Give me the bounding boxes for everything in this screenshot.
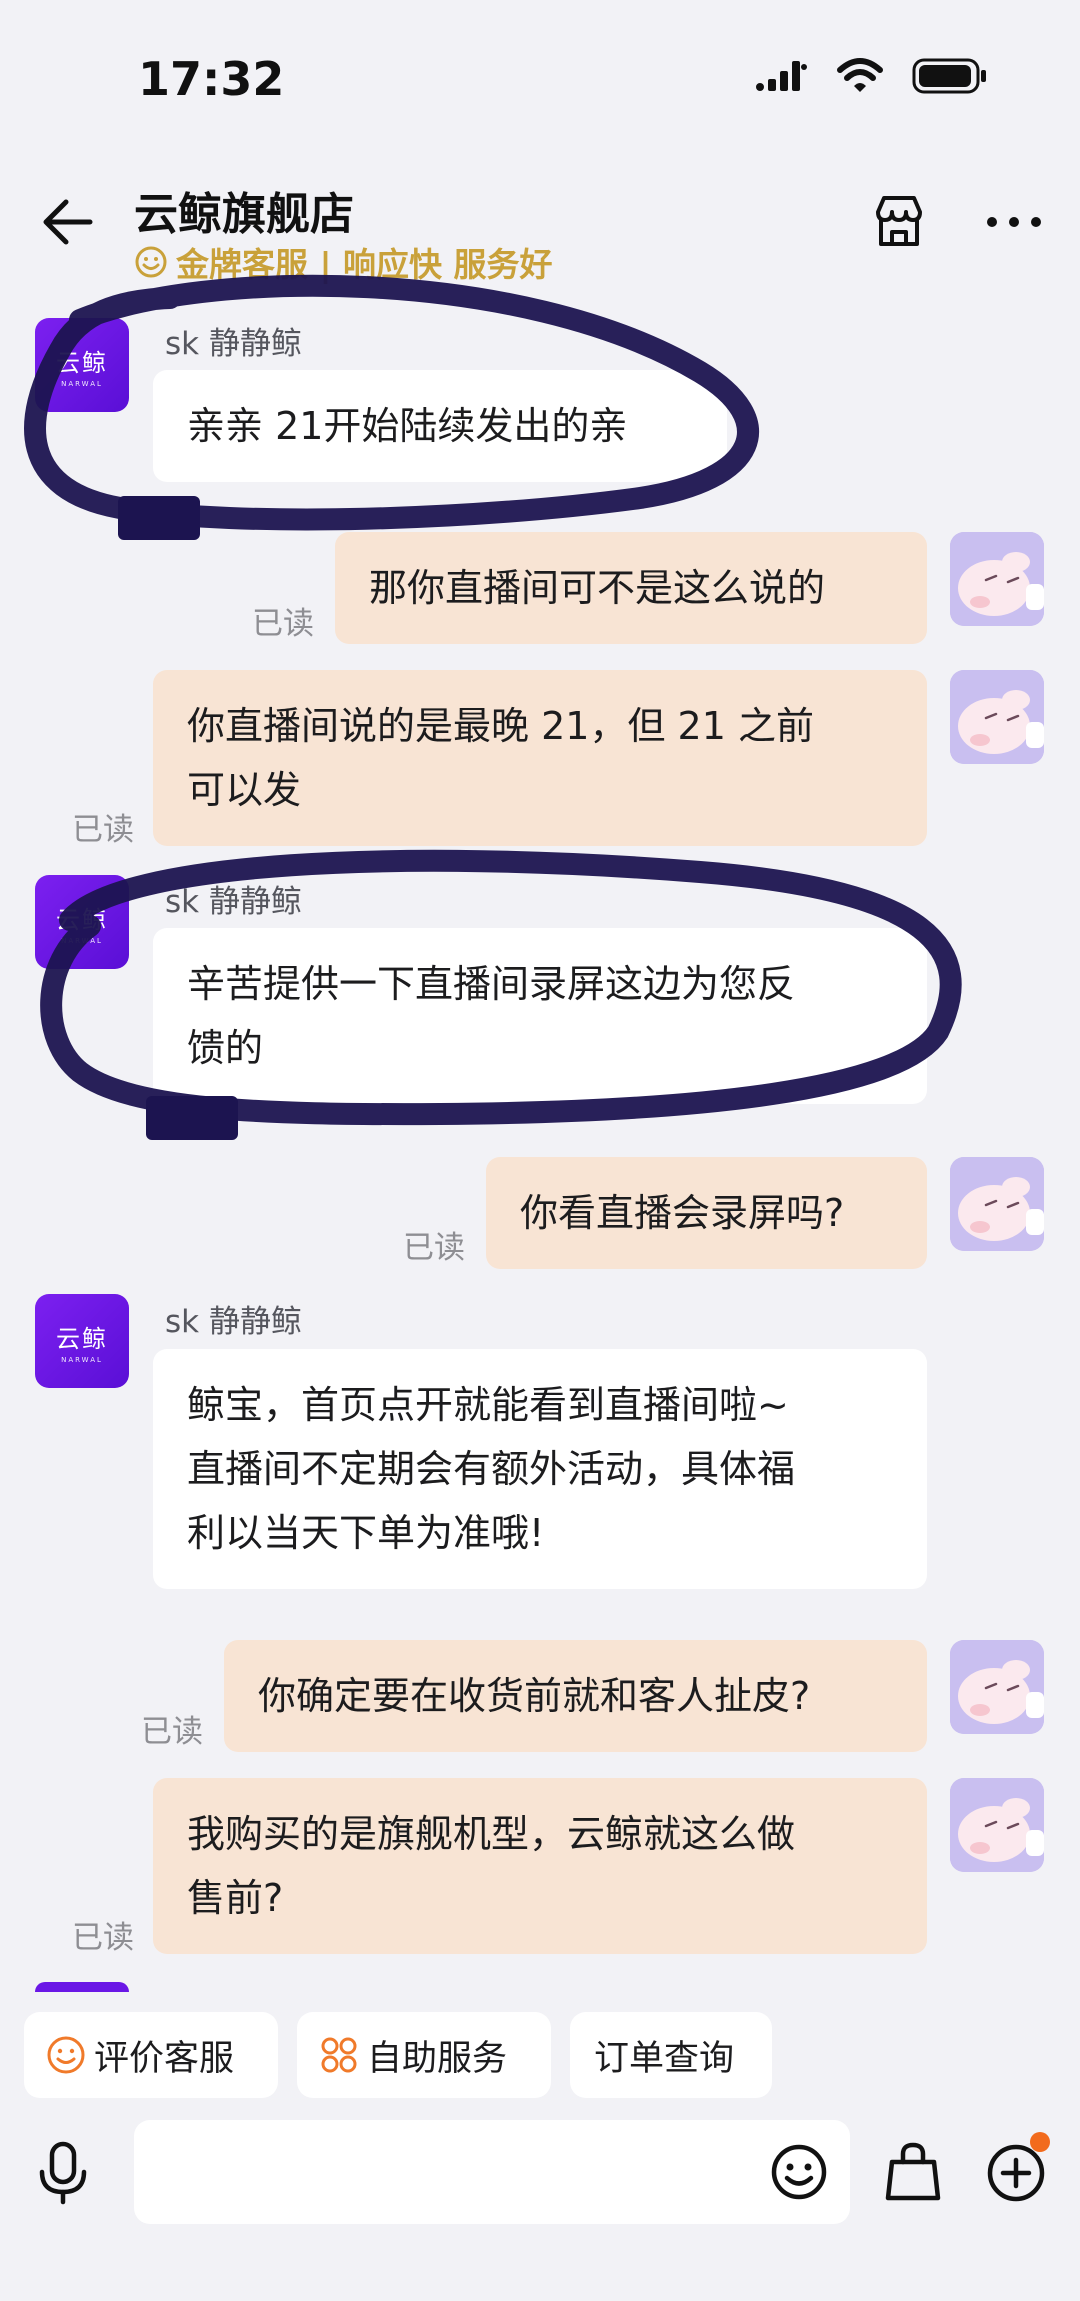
emoji-icon[interactable] (770, 2143, 828, 2201)
read-receipt: 已读 (72, 1920, 134, 1956)
read-receipt: 已读 (72, 812, 134, 848)
cartoon-avatar-icon (950, 532, 1044, 626)
message-line: 我购买的是旗舰机型，云鲸就这么做 (187, 1812, 796, 1856)
scribble-mark (118, 496, 200, 540)
message-line: 你确定要在收货前就和客人扯皮? (258, 1674, 811, 1718)
read-receipt: 已读 (141, 1714, 203, 1750)
agent-avatar-sub: NARWAL (61, 936, 103, 945)
user-avatar[interactable] (950, 670, 1044, 764)
agent-avatar-name: 云鲸 (56, 905, 108, 934)
battery-icon (912, 58, 986, 94)
shop-subtitle: 金牌客服 | 响应快 服务好 (134, 238, 553, 286)
agent-avatar-sub: NARWAL (61, 1355, 103, 1364)
more-icon[interactable] (984, 200, 1044, 244)
agent-name: sk 静静鲸 (165, 884, 302, 920)
shop-badge-text: 金牌客服 | 响应快 服务好 (176, 245, 553, 284)
agent-avatar[interactable]: 云鲸 NARWAL (35, 318, 129, 412)
user-avatar[interactable] (950, 1640, 1044, 1734)
agent-avatar[interactable]: 云鲸 NARWAL (35, 875, 129, 969)
message-line: 那你直播间可不是这么说的 (369, 566, 826, 610)
microphone-icon[interactable] (36, 2140, 90, 2206)
message-line: 你看直播会录屏吗? (520, 1191, 845, 1235)
status-time: 17:32 (138, 52, 285, 106)
agent-avatar-sub: NARWAL (61, 379, 103, 388)
agent-name: sk 静静鲸 (165, 326, 302, 362)
agent-avatar-partial (35, 1982, 129, 1992)
message-line: 馈的 (187, 1026, 264, 1070)
read-receipt: 已读 (403, 1230, 465, 1266)
message-line: 你直播间说的是最晚 21，但 21 之前 (187, 704, 814, 748)
message-bubble-incoming[interactable]: 辛苦提供一下直播间录屏这边为您反 馈的 (153, 928, 927, 1104)
smile-badge-icon (135, 246, 167, 278)
cellular-signal-icon (756, 61, 807, 91)
user-avatar[interactable] (950, 1778, 1044, 1872)
quick-order-label: 订单查询 (594, 2038, 735, 2079)
smile-icon (47, 2036, 85, 2074)
shopping-bag-icon[interactable] (884, 2140, 942, 2202)
message-line: 利以当天下单为准哦! (187, 1511, 545, 1555)
message-line: 辛苦提供一下直播间录屏这边为您反 (187, 962, 796, 1006)
message-line: 直播间不定期会有额外活动，具体福 (187, 1447, 796, 1491)
message-bubble-outgoing[interactable]: 你直播间说的是最晚 21，但 21 之前 可以发 (153, 670, 927, 846)
plus-icon[interactable] (986, 2143, 1046, 2203)
wifi-icon (837, 58, 883, 92)
quick-self-service[interactable]: 自助服务 (297, 2012, 551, 2098)
message-bubble-outgoing[interactable]: 你确定要在收货前就和客人扯皮? (224, 1640, 927, 1752)
quick-order-query[interactable]: 订单查询 (570, 2012, 772, 2098)
message-bubble-incoming[interactable]: 鲸宝，首页点开就能看到直播间啦~ 直播间不定期会有额外活动，具体福 利以当天下单… (153, 1349, 927, 1589)
message-line: 亲亲 21开始陆续发出的亲 (187, 404, 628, 448)
message-line: 售前? (187, 1876, 284, 1920)
message-line: 可以发 (187, 768, 302, 812)
user-avatar[interactable] (950, 1157, 1044, 1251)
quick-rate-label: 评价客服 (94, 2038, 235, 2079)
status-icons (754, 58, 988, 94)
message-bubble-incoming[interactable]: 亲亲 21开始陆续发出的亲 (153, 370, 727, 482)
message-bubble-outgoing[interactable]: 你看直播会录屏吗? (486, 1157, 927, 1269)
user-avatar[interactable] (950, 532, 1044, 626)
scribble-annotation (24, 274, 962, 1140)
back-arrow-icon[interactable] (38, 192, 98, 252)
agent-avatar[interactable]: 云鲸 NARWAL (35, 1294, 129, 1388)
read-receipt: 已读 (252, 606, 314, 642)
cartoon-avatar-icon (950, 670, 1044, 764)
message-bubble-outgoing[interactable]: 我购买的是旗舰机型，云鲸就这么做 售前? (153, 1778, 927, 1954)
message-line: 鲸宝，首页点开就能看到直播间啦~ (187, 1383, 789, 1427)
grid-icon (321, 2037, 357, 2073)
notification-dot (1030, 2132, 1050, 2152)
quick-rate-service[interactable]: 评价客服 (24, 2012, 278, 2098)
store-icon[interactable] (868, 190, 930, 252)
agent-avatar-name: 云鲸 (56, 1324, 108, 1353)
cartoon-avatar-icon (950, 1157, 1044, 1251)
shop-title[interactable]: 云鲸旗舰店 (134, 178, 354, 242)
agent-avatar-name: 云鲸 (56, 348, 108, 377)
message-input[interactable] (134, 2120, 850, 2224)
cartoon-avatar-icon (950, 1778, 1044, 1872)
agent-name: sk 静静鲸 (165, 1304, 302, 1340)
cartoon-avatar-icon (950, 1640, 1044, 1734)
quick-self-service-label: 自助服务 (367, 2038, 508, 2079)
message-bubble-outgoing[interactable]: 那你直播间可不是这么说的 (335, 532, 927, 644)
